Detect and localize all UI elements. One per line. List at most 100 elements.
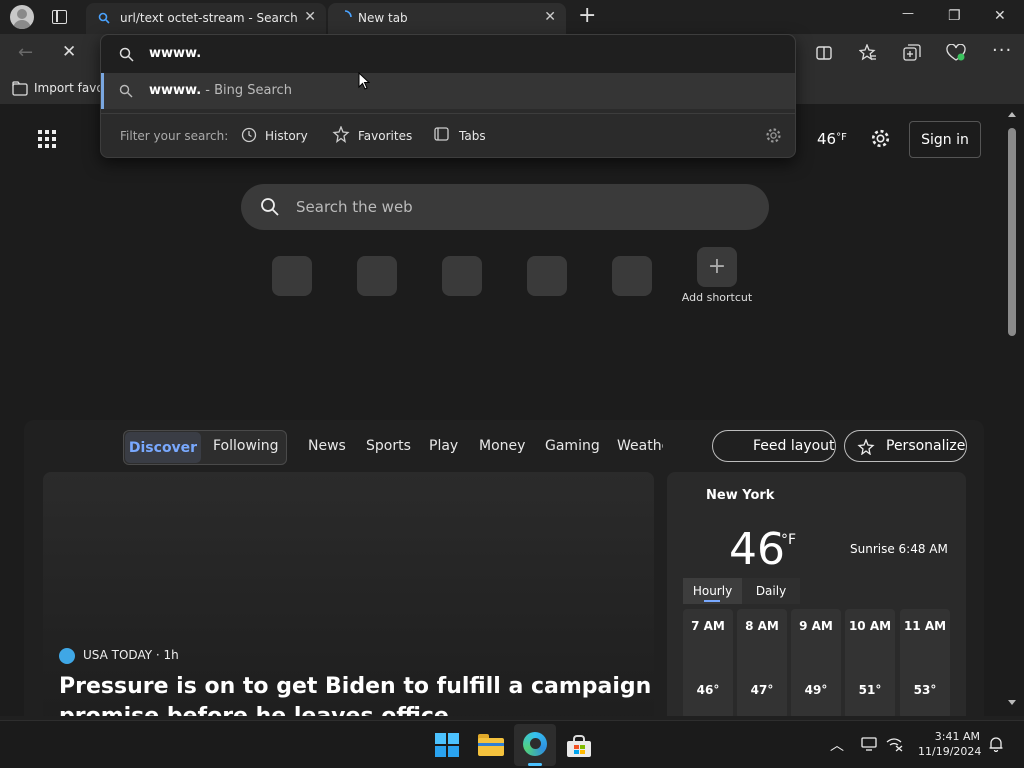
tab-search[interactable]: url/text octet-stream - Search ✕ — [86, 3, 326, 34]
feed-layout-label: Feed layout — [753, 438, 835, 454]
feed-nav-gaming[interactable]: Gaming — [545, 438, 600, 454]
filter-favorites[interactable]: Favorites — [358, 129, 412, 143]
suggestion-query: wwww. — [149, 83, 202, 98]
weather-temp: 46 — [729, 524, 785, 575]
browser-essentials-icon[interactable] — [946, 44, 966, 62]
maximize-button[interactable]: ❐ — [948, 8, 961, 24]
close-tab-icon[interactable]: ✕ — [304, 9, 316, 25]
feed-nav-play[interactable]: Play — [429, 438, 458, 454]
add-shortcut-label: Add shortcut — [681, 291, 753, 304]
new-tab-button[interactable]: + — [578, 3, 596, 28]
suggestion-row[interactable]: wwww. - Bing Search — [101, 73, 795, 109]
personalize-icon — [857, 439, 875, 455]
add-shortcut-button[interactable]: + — [697, 247, 737, 287]
search-filter-row: Filter your search: History Favorites Ta… — [101, 115, 795, 157]
header-weather[interactable]: 46°F — [817, 130, 847, 148]
new-tab-page: 46°F Sign in Search the web + Add shortc… — [0, 104, 1024, 716]
following-tab[interactable]: Following — [213, 438, 279, 454]
feed-nav-weather[interactable]: Weathe — [617, 438, 663, 454]
active-app-indicator — [528, 763, 542, 766]
taskbar-clock[interactable]: 3:41 AM 11/19/2024 — [918, 730, 982, 758]
feed-nav-news[interactable]: News — [308, 438, 346, 454]
hour-temp: 53° — [913, 683, 937, 697]
web-search-box[interactable]: Search the web — [241, 184, 769, 230]
personalize-label: Personalize — [886, 438, 966, 454]
more-options-icon[interactable]: ··· — [992, 40, 1012, 61]
shortcut-tile[interactable] — [357, 256, 397, 296]
windows-start-icon[interactable] — [435, 733, 459, 757]
search-settings-icon[interactable] — [765, 127, 782, 144]
bing-search-icon — [98, 12, 110, 24]
filter-history[interactable]: History — [265, 129, 308, 143]
news-headline-line: Pressure is on to get Biden to fulfill a… — [59, 674, 652, 699]
suggestion-text: wwww. - Bing Search — [149, 83, 292, 98]
close-tab-icon[interactable]: ✕ — [544, 9, 556, 25]
feed-nav-money[interactable]: Money — [479, 438, 525, 454]
suggestion-source: - Bing Search — [201, 83, 292, 98]
sign-in-button[interactable]: Sign in — [909, 121, 981, 158]
daily-tab[interactable]: Daily — [742, 578, 800, 604]
address-bar-text[interactable]: wwww. — [149, 46, 201, 61]
dropdown-divider — [101, 113, 795, 114]
microsoft-store-icon[interactable] — [567, 735, 591, 757]
stop-loading-icon[interactable]: ✕ — [62, 42, 76, 62]
news-headline-line: promise before he leaves office — [59, 702, 649, 716]
scroll-up-arrow-icon[interactable] — [1008, 112, 1016, 117]
tab-actions-icon[interactable] — [52, 10, 67, 24]
profile-avatar[interactable] — [10, 5, 34, 29]
filter-tabs[interactable]: Tabs — [459, 129, 486, 143]
minimize-button[interactable]: — — [902, 6, 914, 20]
hour-temp: 46° — [696, 683, 720, 697]
shortcut-tile[interactable] — [527, 256, 567, 296]
split-screen-icon[interactable] — [816, 46, 832, 60]
scroll-down-arrow-icon[interactable] — [1008, 700, 1016, 705]
import-favorites-icon — [12, 81, 28, 96]
loading-spinner-icon — [344, 10, 352, 18]
tab-title: New tab — [358, 11, 408, 25]
tab-new-tab[interactable]: New tab ✕ — [328, 3, 566, 34]
weather-city: New York — [706, 488, 775, 503]
collections-icon[interactable] — [903, 44, 921, 62]
display-icon[interactable] — [861, 737, 877, 751]
news-age: · 1h — [152, 648, 179, 662]
shortcut-tile[interactable] — [442, 256, 482, 296]
personalize-button[interactable]: Personalize — [844, 430, 967, 462]
search-icon — [261, 198, 279, 216]
taskbar-date: 11/19/2024 — [918, 745, 982, 758]
apps-launcher-icon[interactable] — [38, 130, 58, 150]
hourly-forecast-item: 8 AM 47° — [737, 609, 787, 716]
favorites-icon[interactable] — [859, 44, 877, 61]
hour-temp: 51° — [858, 683, 882, 697]
shortcut-tile[interactable] — [272, 256, 312, 296]
close-window-button[interactable]: ✕ — [994, 8, 1006, 24]
address-bar-input-row[interactable]: wwww. — [101, 35, 795, 73]
file-explorer-icon[interactable] — [478, 734, 504, 756]
mouse-cursor-icon — [358, 72, 370, 90]
search-icon — [119, 84, 133, 98]
hour-time: 8 AM — [745, 619, 779, 633]
hourly-forecast-item: 10 AM 51° — [845, 609, 895, 716]
notification-bell-icon[interactable] — [989, 736, 1003, 752]
feed-layout-button[interactable]: Feed layout — [712, 430, 836, 462]
filter-label: Filter your search: — [120, 129, 229, 143]
shortcut-tile[interactable] — [612, 256, 652, 296]
hour-time: 9 AM — [799, 619, 833, 633]
import-favorites-link[interactable]: Import favor — [34, 81, 100, 95]
search-icon — [119, 47, 134, 62]
feed-nav-sports[interactable]: Sports — [366, 438, 411, 454]
scroll-thumb[interactable] — [1008, 128, 1016, 336]
favorites-star-icon — [332, 126, 350, 143]
news-source: USA TODAY · 1h — [83, 648, 179, 662]
hour-temp: 49° — [804, 683, 828, 697]
tray-overflow-icon[interactable]: ︿ — [830, 735, 844, 755]
edge-taskbar-button[interactable] — [514, 724, 556, 766]
sign-in-label: Sign in — [921, 131, 969, 148]
page-settings-icon[interactable] — [870, 128, 891, 149]
weather-unit: °F — [781, 532, 797, 548]
news-headline[interactable]: Pressure is on to get Biden to fulfill a… — [59, 672, 652, 716]
back-arrow-icon[interactable]: ← — [18, 42, 33, 63]
network-muted-icon[interactable] — [886, 736, 904, 752]
news-source-name: USA TODAY — [83, 648, 153, 662]
hourly-forecast-item: 11 AM 53° — [900, 609, 950, 716]
discover-tab[interactable]: Discover — [125, 432, 201, 463]
